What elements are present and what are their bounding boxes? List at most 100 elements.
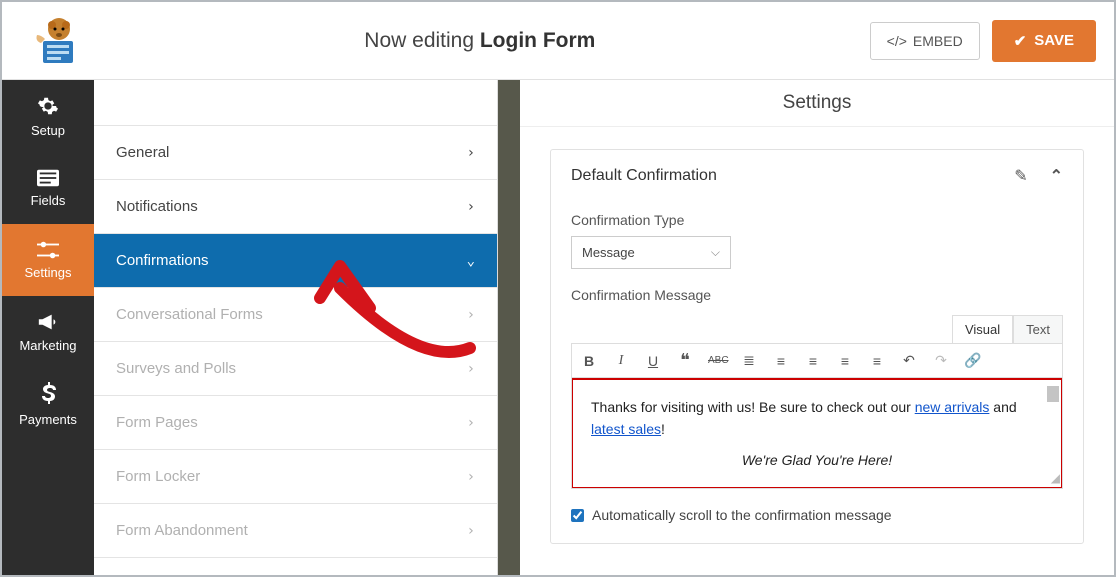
msg-text: ! xyxy=(661,421,665,437)
nav-setup[interactable]: Setup xyxy=(2,80,94,152)
underline-icon[interactable]: U xyxy=(644,353,662,369)
sublist-general[interactable]: General › xyxy=(94,126,497,180)
autoscroll-label: Automatically scroll to the confirmation… xyxy=(592,507,892,523)
nav-fields[interactable]: Fields xyxy=(2,152,94,224)
row-label: Form Pages xyxy=(116,414,198,431)
sliders-icon xyxy=(37,241,59,259)
nav-settings[interactable]: Settings xyxy=(2,224,94,296)
nav-payments[interactable]: Payments xyxy=(2,368,94,440)
chevron-right-icon: › xyxy=(467,415,475,431)
embed-button[interactable]: </> EMBED xyxy=(870,22,980,60)
sublist-form-abandonment[interactable]: Form Abandonment › xyxy=(94,504,497,558)
editing-title: Now editing Login Form xyxy=(90,29,870,53)
strike-icon[interactable]: ABC xyxy=(708,355,726,366)
app-logo xyxy=(20,15,90,67)
row-label: Surveys and Polls xyxy=(116,360,236,377)
msg-text: Thanks for visiting with us! Be sure to … xyxy=(591,399,915,415)
sublist-notifications[interactable]: Notifications › xyxy=(94,180,497,234)
main-area: Setup Fields Settings Marketing Payments… xyxy=(2,80,1114,575)
list-icon xyxy=(37,169,59,187)
gear-icon xyxy=(37,95,59,117)
number-list-icon[interactable]: ≡ xyxy=(772,353,790,369)
save-label: SAVE xyxy=(1034,32,1074,49)
code-icon: </> xyxy=(887,33,907,49)
page-title: Settings xyxy=(520,80,1114,127)
save-button[interactable]: ✔ SAVE xyxy=(992,20,1096,62)
chevron-right-icon: › xyxy=(467,145,475,161)
confirmation-message-label: Confirmation Message xyxy=(571,287,1063,303)
sublist-form-locker[interactable]: Form Locker › xyxy=(94,450,497,504)
panel-title: Default Confirmation xyxy=(571,167,717,185)
chevron-down-icon: ⌄ xyxy=(467,253,475,269)
chevron-right-icon: › xyxy=(467,469,475,485)
chevron-right-icon: › xyxy=(467,307,475,323)
collapse-icon[interactable]: ⌃ xyxy=(1050,166,1063,186)
autoscroll-row[interactable]: Automatically scroll to the confirmation… xyxy=(571,507,1063,523)
editor-body[interactable]: Thanks for visiting with us! Be sure to … xyxy=(572,378,1062,488)
embed-label: EMBED xyxy=(913,33,963,49)
redo-icon[interactable]: ↷ xyxy=(932,352,950,369)
nav-label: Setup xyxy=(31,123,65,138)
check-icon: ✔ xyxy=(1014,32,1027,50)
nav-label: Settings xyxy=(25,265,72,280)
edit-icon[interactable]: ✎ xyxy=(1014,166,1027,186)
italic-icon[interactable]: I xyxy=(612,353,630,369)
form-name: Login Form xyxy=(480,29,595,52)
align-right-icon[interactable]: ≡ xyxy=(868,353,886,369)
undo-icon[interactable]: ↶ xyxy=(900,352,918,369)
nav-label: Fields xyxy=(31,193,66,208)
confirmation-type-select[interactable]: Message xyxy=(571,236,731,269)
editor-tabs: Visual Text xyxy=(571,315,1063,343)
row-label: Form Locker xyxy=(116,468,200,485)
chevron-right-icon: › xyxy=(467,361,475,377)
nav-marketing[interactable]: Marketing xyxy=(2,296,94,368)
panel-header: Default Confirmation ✎ ⌃ xyxy=(551,150,1083,202)
bold-icon[interactable]: B xyxy=(580,353,598,369)
resize-handle-icon[interactable]: ◢ xyxy=(1048,474,1060,486)
autoscroll-checkbox[interactable] xyxy=(571,509,584,522)
wpforms-logo-icon xyxy=(29,15,81,67)
panel-body: Confirmation Type Message Confirmation M… xyxy=(551,212,1083,543)
sublist-confirmations[interactable]: Confirmations ⌄ xyxy=(94,234,497,288)
panel-actions: ✎ ⌃ xyxy=(1014,166,1063,186)
row-label: Form Abandonment xyxy=(116,522,248,539)
content-area: Settings Default Confirmation ✎ ⌃ Confir… xyxy=(520,80,1114,575)
message-line1: Thanks for visiting with us! Be sure to … xyxy=(591,396,1043,441)
settings-sublist: General › Notifications › Confirmations ⌄ C… xyxy=(94,80,498,575)
chevron-right-icon: › xyxy=(467,199,475,215)
row-label: General xyxy=(116,144,169,161)
editor-scrollbar[interactable] xyxy=(1047,386,1059,402)
nav-label: Marketing xyxy=(19,338,76,353)
nav-label: Payments xyxy=(19,412,77,427)
dollar-icon xyxy=(40,382,56,406)
bullet-list-icon[interactable]: ≣ xyxy=(740,352,758,369)
sublist-conversational-forms[interactable]: Conversational Forms › xyxy=(94,288,497,342)
message-line2: We're Glad You're Here! xyxy=(591,449,1043,471)
msg-text: and xyxy=(989,399,1016,415)
sublist-header-spacer xyxy=(94,80,497,126)
confirmation-panel: Default Confirmation ✎ ⌃ Confirmation Ty… xyxy=(550,149,1084,544)
select-value: Message xyxy=(582,245,635,260)
link-icon[interactable]: 🔗 xyxy=(964,352,982,369)
link-latest-sales[interactable]: latest sales xyxy=(591,421,661,437)
sublist-surveys-polls[interactable]: Surveys and Polls › xyxy=(94,342,497,396)
link-new-arrivals[interactable]: new arrivals xyxy=(915,399,990,415)
row-label: Notifications xyxy=(116,198,198,215)
row-label: Confirmations xyxy=(116,252,209,269)
align-left-icon[interactable]: ≡ xyxy=(804,353,822,369)
align-center-icon[interactable]: ≡ xyxy=(836,353,854,369)
side-nav: Setup Fields Settings Marketing Payments xyxy=(2,80,94,575)
editor-toolbar: B I U ❝ ABC ≣ ≡ ≡ ≡ ≡ ↶ ↷ 🔗 xyxy=(571,343,1063,378)
chevron-right-icon: › xyxy=(467,523,475,539)
confirmation-type-label: Confirmation Type xyxy=(571,212,1063,228)
quote-icon[interactable]: ❝ xyxy=(676,350,694,371)
tab-visual[interactable]: Visual xyxy=(952,315,1013,343)
top-bar: Now editing Login Form </> EMBED ✔ SAVE xyxy=(2,2,1114,80)
sublist-form-pages[interactable]: Form Pages › xyxy=(94,396,497,450)
bullhorn-icon xyxy=(37,312,59,332)
editing-prefix: Now editing xyxy=(364,29,480,52)
tab-text[interactable]: Text xyxy=(1013,315,1063,343)
divider-strip xyxy=(498,80,520,575)
row-label: Conversational Forms xyxy=(116,306,263,323)
editor-wrap: Thanks for visiting with us! Be sure to … xyxy=(571,378,1063,489)
